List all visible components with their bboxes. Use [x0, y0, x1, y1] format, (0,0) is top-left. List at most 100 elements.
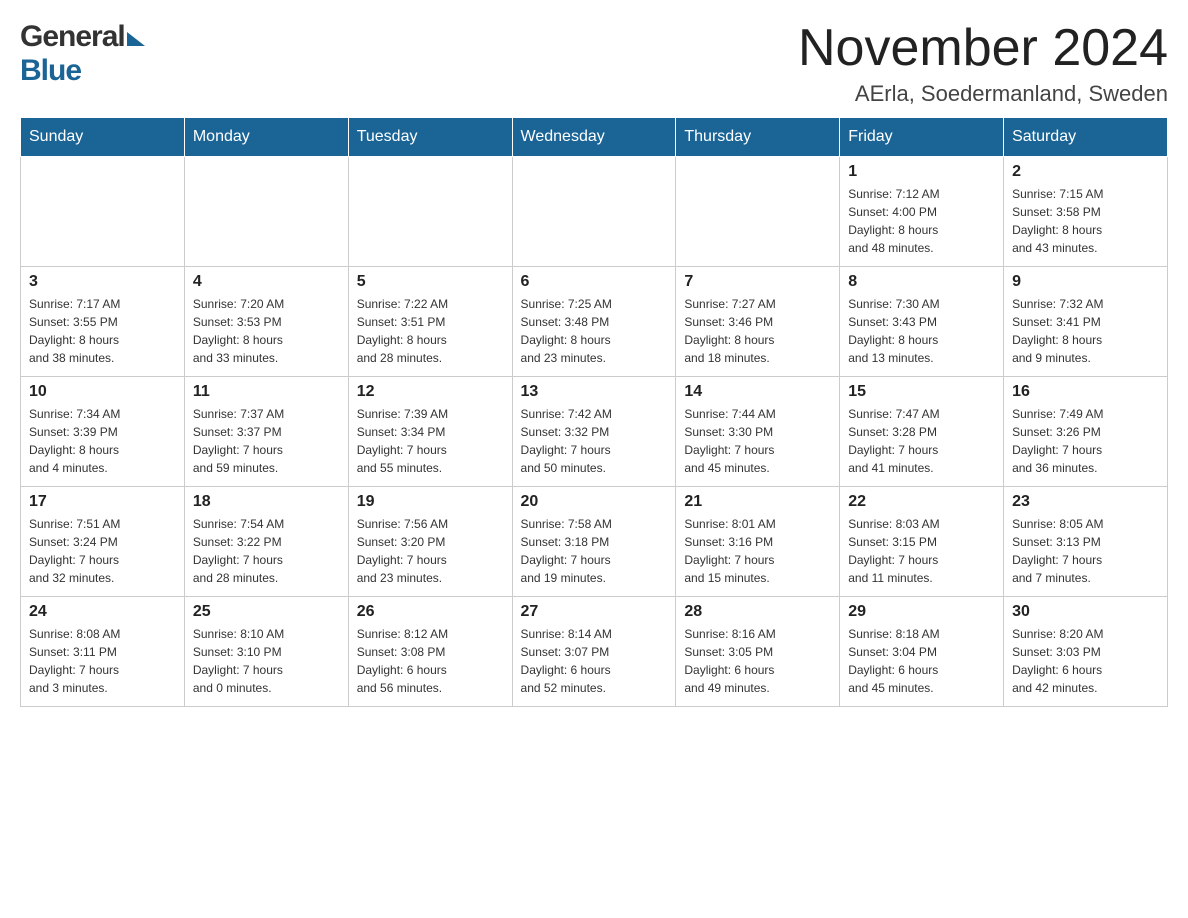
table-row: 15Sunrise: 7:47 AM Sunset: 3:28 PM Dayli…: [840, 377, 1004, 487]
header-monday: Monday: [184, 118, 348, 157]
day-info: Sunrise: 7:34 AM Sunset: 3:39 PM Dayligh…: [29, 405, 176, 477]
table-row: 24 Sunrise: 8:08 AM Sunset: 3:11 PM Dayli…: [21, 597, 185, 707]
day-number: 24: [29, 603, 176, 621]
day-info: Sunrise: 7:54 AM Sunset: 3:22 PM Dayligh…: [193, 515, 340, 587]
table-row: 29Sunrise: 8:18 AM Sunset: 3:04 PM Dayli…: [840, 597, 1004, 707]
logo: General Blue: [20, 20, 145, 88]
day-info: Sunrise: 8:14 AM Sunset: 3:07 PM Dayligh…: [521, 625, 668, 697]
day-info: Sunrise: 7:39 AM Sunset: 3:34 PM Dayligh…: [357, 405, 504, 477]
weekday-header-row: Sunday Monday Tuesday Wednesday Thursday…: [21, 118, 1168, 157]
day-number: 28: [684, 603, 831, 621]
table-row: 18 Sunrise: 7:54 AM Sunset: 3:22 PM Dayli…: [184, 487, 348, 597]
day-info: Sunrise: 7:51 AM Sunset: 3:24 PM Dayligh…: [29, 515, 176, 587]
day-number: 6: [521, 273, 668, 291]
table-row: 22 Sunrise: 8:03 AM Sunset: 3:15 PM Dayli…: [840, 487, 1004, 597]
table-row: 16Sunrise: 7:49 AM Sunset: 3:26 PM Dayli…: [1004, 377, 1168, 487]
calendar-week-row: 10 Sunrise: 7:34 AM Sunset: 3:39 PM Dayli…: [21, 377, 1168, 487]
day-number: 22: [848, 493, 995, 511]
day-info: Sunrise: 7:20 AM Sunset: 3:53 PM Dayligh…: [193, 295, 340, 367]
header-sunday: Sunday: [21, 118, 185, 157]
day-number: 8: [848, 273, 995, 291]
day-number: 18: [193, 493, 340, 511]
table-row: 14 Sunrise: 7:44 AM Sunset: 3:30 PM Dayli…: [676, 377, 840, 487]
table-row: 30 Sunrise: 8:20 AM Sunset: 3:03 PM Dayli…: [1004, 597, 1168, 707]
day-info: Sunrise: 7:22 AM Sunset: 3:51 PM Dayligh…: [357, 295, 504, 367]
header-tuesday: Tuesday: [348, 118, 512, 157]
header-saturday: Saturday: [1004, 118, 1168, 157]
logo-blue-text: Blue: [20, 54, 81, 87]
day-number: 30: [1012, 603, 1159, 621]
day-info: Sunrise: 7:15 AM Sunset: 3:58 PM Dayligh…: [1012, 185, 1159, 257]
calendar-week-row: 24 Sunrise: 8:08 AM Sunset: 3:11 PM Dayli…: [21, 597, 1168, 707]
day-info: Sunrise: 8:08 AM Sunset: 3:11 PM Dayligh…: [29, 625, 176, 697]
table-row: 25 Sunrise: 8:10 AM Sunset: 3:10 PM Dayli…: [184, 597, 348, 707]
day-info: Sunrise: 8:03 AM Sunset: 3:15 PM Dayligh…: [848, 515, 995, 587]
day-number: 23: [1012, 493, 1159, 511]
day-number: 11: [193, 383, 340, 401]
table-row: 27 Sunrise: 8:14 AM Sunset: 3:07 PM Dayli…: [512, 597, 676, 707]
day-info: Sunrise: 7:44 AM Sunset: 3:30 PM Dayligh…: [684, 405, 831, 477]
table-row: [184, 157, 348, 267]
day-number: 5: [357, 273, 504, 291]
day-info: Sunrise: 8:05 AM Sunset: 3:13 PM Dayligh…: [1012, 515, 1159, 587]
day-number: 25: [193, 603, 340, 621]
day-number: 20: [521, 493, 668, 511]
table-row: 5 Sunrise: 7:22 AM Sunset: 3:51 PM Daylig…: [348, 267, 512, 377]
day-info: Sunrise: 8:01 AM Sunset: 3:16 PM Dayligh…: [684, 515, 831, 587]
day-number: 4: [193, 273, 340, 291]
logo-general-text: General: [20, 20, 125, 54]
calendar-table: Sunday Monday Tuesday Wednesday Thursday…: [20, 117, 1168, 707]
calendar-week-row: 17 Sunrise: 7:51 AM Sunset: 3:24 PM Dayli…: [21, 487, 1168, 597]
day-number: 17: [29, 493, 176, 511]
title-section: November 2024 AErla, Soedermanland, Swed…: [798, 20, 1168, 107]
day-info: Sunrise: 7:27 AM Sunset: 3:46 PM Dayligh…: [684, 295, 831, 367]
day-info: Sunrise: 7:47 AM Sunset: 3:28 PM Dayligh…: [848, 405, 995, 477]
day-info: Sunrise: 7:49 AM Sunset: 3:26 PM Dayligh…: [1012, 405, 1159, 477]
day-info: Sunrise: 7:17 AM Sunset: 3:55 PM Dayligh…: [29, 295, 176, 367]
day-info: Sunrise: 8:20 AM Sunset: 3:03 PM Dayligh…: [1012, 625, 1159, 697]
header-thursday: Thursday: [676, 118, 840, 157]
table-row: [676, 157, 840, 267]
table-row: 7Sunrise: 7:27 AM Sunset: 3:46 PM Daylig…: [676, 267, 840, 377]
table-row: 23 Sunrise: 8:05 AM Sunset: 3:13 PM Dayli…: [1004, 487, 1168, 597]
day-info: Sunrise: 7:25 AM Sunset: 3:48 PM Dayligh…: [521, 295, 668, 367]
table-row: 26 Sunrise: 8:12 AM Sunset: 3:08 PM Dayli…: [348, 597, 512, 707]
day-info: Sunrise: 7:32 AM Sunset: 3:41 PM Dayligh…: [1012, 295, 1159, 367]
day-number: 14: [684, 383, 831, 401]
calendar-week-row: 3Sunrise: 7:17 AM Sunset: 3:55 PM Daylig…: [21, 267, 1168, 377]
table-row: 1 Sunrise: 7:12 AM Sunset: 4:00 PM Daylig…: [840, 157, 1004, 267]
table-row: 6 Sunrise: 7:25 AM Sunset: 3:48 PM Daylig…: [512, 267, 676, 377]
day-number: 9: [1012, 273, 1159, 291]
table-row: 12Sunrise: 7:39 AM Sunset: 3:34 PM Dayli…: [348, 377, 512, 487]
table-row: 21 Sunrise: 8:01 AM Sunset: 3:16 PM Dayli…: [676, 487, 840, 597]
day-info: Sunrise: 7:12 AM Sunset: 4:00 PM Dayligh…: [848, 185, 995, 257]
table-row: [512, 157, 676, 267]
table-row: 11 Sunrise: 7:37 AM Sunset: 3:37 PM Dayli…: [184, 377, 348, 487]
day-number: 26: [357, 603, 504, 621]
table-row: 19Sunrise: 7:56 AM Sunset: 3:20 PM Dayli…: [348, 487, 512, 597]
header-friday: Friday: [840, 118, 1004, 157]
day-info: Sunrise: 7:58 AM Sunset: 3:18 PM Dayligh…: [521, 515, 668, 587]
table-row: [348, 157, 512, 267]
table-row: 17 Sunrise: 7:51 AM Sunset: 3:24 PM Dayli…: [21, 487, 185, 597]
day-number: 1: [848, 163, 995, 181]
page-header: General Blue November 2024 AErla, Soeder…: [20, 20, 1168, 107]
table-row: 8 Sunrise: 7:30 AM Sunset: 3:43 PM Daylig…: [840, 267, 1004, 377]
day-info: Sunrise: 7:37 AM Sunset: 3:37 PM Dayligh…: [193, 405, 340, 477]
day-info: Sunrise: 8:12 AM Sunset: 3:08 PM Dayligh…: [357, 625, 504, 697]
day-number: 10: [29, 383, 176, 401]
table-row: [21, 157, 185, 267]
calendar-week-row: 1 Sunrise: 7:12 AM Sunset: 4:00 PM Daylig…: [21, 157, 1168, 267]
day-info: Sunrise: 7:30 AM Sunset: 3:43 PM Dayligh…: [848, 295, 995, 367]
day-number: 21: [684, 493, 831, 511]
table-row: 10 Sunrise: 7:34 AM Sunset: 3:39 PM Dayli…: [21, 377, 185, 487]
day-number: 2: [1012, 163, 1159, 181]
logo-arrow-icon: [127, 32, 145, 46]
table-row: 2 Sunrise: 7:15 AM Sunset: 3:58 PM Daylig…: [1004, 157, 1168, 267]
day-info: Sunrise: 8:10 AM Sunset: 3:10 PM Dayligh…: [193, 625, 340, 697]
table-row: 3Sunrise: 7:17 AM Sunset: 3:55 PM Daylig…: [21, 267, 185, 377]
day-number: 13: [521, 383, 668, 401]
day-number: 27: [521, 603, 668, 621]
table-row: 13Sunrise: 7:42 AM Sunset: 3:32 PM Dayli…: [512, 377, 676, 487]
table-row: 28Sunrise: 8:16 AM Sunset: 3:05 PM Dayli…: [676, 597, 840, 707]
